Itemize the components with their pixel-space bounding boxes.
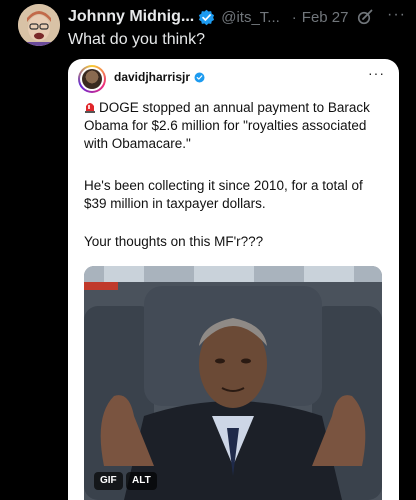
tweet-date[interactable]: Feb 27 [302,9,349,26]
embed-verified-badge-icon [194,72,205,82]
embed-paragraph-1: DOGE stopped an annual payment to Barack… [84,99,384,153]
embed-avatar-image [82,69,102,89]
avatar-image [18,4,60,46]
siren-icon [85,103,95,113]
embedded-post-card[interactable]: davidjharrisjr ··· DOGE stopped an annua… [68,59,399,500]
embed-more-icon[interactable]: ··· [368,65,385,81]
embed-paragraph-1-text: DOGE stopped an annual payment to Barack… [84,100,370,151]
tweet[interactable]: Johnny Midnig... @its_T... · Feb 27 ··· … [0,0,416,500]
embed-username[interactable]: davidjharrisjr [114,70,190,84]
gif-badge: GIF [94,472,123,490]
gif-media[interactable]: GIF ALT [84,266,382,500]
tweet-header: Johnny Midnig... @its_T... · Feb 27 ··· [68,6,416,28]
gif-image [84,266,382,500]
author-name[interactable]: Johnny Midnig... [68,8,194,26]
author-avatar[interactable] [18,4,60,46]
embed-avatar[interactable] [78,65,106,93]
embed-paragraph-3: Your thoughts on this MF'r??? [84,234,264,249]
tweet-text: What do you think? [68,31,205,48]
author-handle[interactable]: @its_T... [221,9,280,26]
embed-user: davidjharrisjr [114,70,205,84]
embed-paragraph-2: He's been collecting it since 2010, for … [84,178,363,211]
edit-history-icon[interactable] [357,9,373,25]
separator-dot: · [291,8,297,26]
more-icon[interactable]: ··· [387,6,406,24]
alt-badge[interactable]: ALT [126,472,157,490]
verified-badge-icon [199,9,215,25]
